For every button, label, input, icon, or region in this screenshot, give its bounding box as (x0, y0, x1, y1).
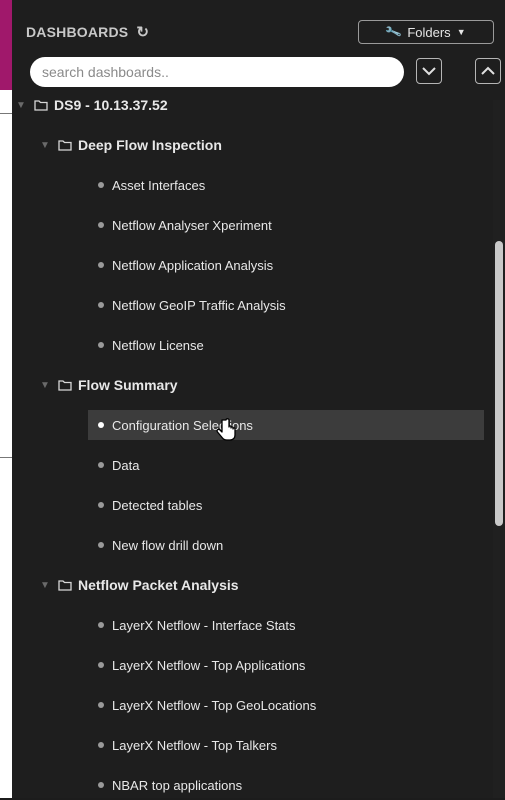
divider (0, 457, 12, 458)
dashboard-item[interactable]: Data (88, 450, 484, 480)
folder-icon (58, 580, 72, 591)
expand-triangle-icon[interactable]: ▼ (16, 100, 30, 111)
bullet-icon (98, 782, 104, 788)
background-window-strip (0, 0, 12, 798)
dashboard-item-label: Netflow Analyser Xperiment (112, 217, 272, 233)
bullet-icon (98, 422, 104, 428)
caret-down-icon: ▼ (456, 27, 466, 37)
dashboard-item[interactable]: LayerX Netflow - Top Talkers (88, 730, 484, 760)
wrench-icon: 🔧 (384, 22, 404, 42)
panel-title: DASHBOARDS (26, 24, 129, 40)
bullet-icon (98, 182, 104, 188)
folder-label: DS9 - 10.13.37.52 (54, 97, 168, 113)
bullet-icon (98, 462, 104, 468)
folders-label: Folders (407, 24, 451, 40)
folder-icon (58, 380, 72, 391)
search-input[interactable] (30, 57, 404, 87)
divider (0, 113, 12, 114)
tree-root-folder[interactable]: ▼ DS9 - 10.13.37.52 (16, 90, 168, 120)
expand-triangle-icon[interactable]: ▼ (40, 140, 54, 151)
bullet-icon (98, 702, 104, 708)
dashboard-item-label: LayerX Netflow - Top Applications (112, 657, 306, 673)
dashboard-item-label: LayerX Netflow - Top GeoLocations (112, 697, 317, 713)
dashboard-item-label: LayerX Netflow - Top Talkers (112, 737, 277, 753)
bullet-icon (98, 742, 104, 748)
expand-triangle-icon[interactable]: ▼ (40, 580, 54, 591)
expand-up-button[interactable] (475, 58, 501, 84)
dashboard-item[interactable]: LayerX Netflow - Interface Stats (88, 610, 484, 640)
chevron-up-icon (481, 66, 495, 75)
dashboard-item-label: Detected tables (112, 497, 203, 513)
dashboard-item[interactable]: NBAR top applications (88, 770, 484, 800)
dashboard-item-label: New flow drill down (112, 537, 224, 553)
dashboard-item-label: NBAR top applications (112, 777, 243, 793)
dashboard-item[interactable]: Configuration Selections (88, 410, 484, 440)
dashboard-item[interactable]: LayerX Netflow - Top Applications (88, 650, 484, 680)
folder-label: Netflow Packet Analysis (78, 577, 239, 593)
dashboard-item[interactable]: LayerX Netflow - Top GeoLocations (88, 690, 484, 720)
panel-header: DASHBOARDS ↻ (26, 21, 149, 43)
refresh-icon[interactable]: ↻ (136, 23, 149, 41)
chevron-down-icon (422, 67, 436, 76)
dashboard-item-label: LayerX Netflow - Interface Stats (112, 617, 296, 633)
folders-dropdown-button[interactable]: 🔧 Folders ▼ (358, 20, 494, 44)
dashboard-item[interactable]: Netflow GeoIP Traffic Analysis (88, 290, 484, 320)
folder-icon (58, 140, 72, 151)
tree-group-folder[interactable]: ▼ Deep Flow Inspection (40, 130, 222, 160)
dashboard-item-label: Asset Interfaces (112, 177, 206, 193)
dashboard-item[interactable]: Netflow Analyser Xperiment (88, 210, 484, 240)
tree-group-folder[interactable]: ▼ Netflow Packet Analysis (40, 570, 239, 600)
bullet-icon (98, 342, 104, 348)
bullet-icon (98, 542, 104, 548)
dashboard-item-label: Data (112, 457, 140, 473)
folder-icon (34, 100, 48, 111)
dashboards-panel: DASHBOARDS ↻ 🔧 Folders ▼ ▼ DS9 - 10.13.37… (12, 0, 505, 798)
folder-label: Flow Summary (78, 377, 178, 393)
dashboard-item[interactable]: New flow drill down (88, 530, 484, 560)
dashboard-item-label: Netflow Application Analysis (112, 257, 274, 273)
collapse-all-button[interactable] (416, 58, 442, 84)
bullet-icon (98, 222, 104, 228)
expand-triangle-icon[interactable]: ▼ (40, 380, 54, 391)
dashboard-item[interactable]: Asset Interfaces (88, 170, 484, 200)
bullet-icon (98, 302, 104, 308)
bullet-icon (98, 662, 104, 668)
dashboard-item[interactable]: Netflow License (88, 330, 484, 360)
dashboard-item-label: Netflow GeoIP Traffic Analysis (112, 297, 286, 313)
hand-cursor-icon (216, 418, 236, 441)
scrollbar-thumb[interactable] (495, 241, 503, 526)
dashboard-item[interactable]: Detected tables (88, 490, 484, 520)
tree-group-folder[interactable]: ▼ Flow Summary (40, 370, 178, 400)
dashboard-item-label: Netflow License (112, 337, 204, 353)
bullet-icon (98, 262, 104, 268)
brand-accent-bar (0, 0, 12, 90)
folder-label: Deep Flow Inspection (78, 137, 222, 153)
bullet-icon (98, 502, 104, 508)
bullet-icon (98, 622, 104, 628)
dashboard-item[interactable]: Netflow Application Analysis (88, 250, 484, 280)
